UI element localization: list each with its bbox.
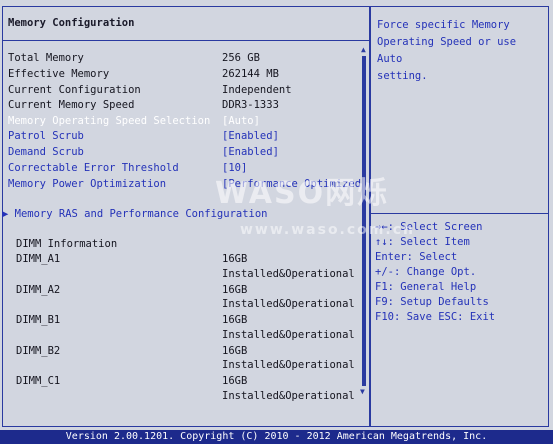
dimm-size: 16GB [222,284,248,296]
dimm-size: 16GB [222,253,248,265]
page-title: Memory Configuration [8,17,135,29]
info-value: DDR3-1333 [222,99,279,111]
title-divider [2,40,369,41]
dimm-status: Installed&Operational [222,359,355,371]
scroll-down-arrow-icon[interactable]: ▼ [360,388,365,396]
key-enter-select: Enter: Select [375,251,458,263]
dimm-name: DIMM_C1 [16,375,61,387]
help-divider [371,213,549,214]
dimm-name: DIMM_B2 [16,345,61,357]
dimm-status: Installed&Operational [222,390,355,402]
option-label: Correctable Error Threshold [8,162,179,174]
panel-divider [369,6,371,427]
info-label: Current Memory Speed [8,99,135,111]
dimm-size: 16GB [222,345,248,357]
key-general-help: F1: General Help [375,281,477,293]
dimm-status: Installed&Operational [222,268,355,280]
option-label: Demand Scrub [8,146,84,158]
watermark-url: www.waso.com.cn [240,222,415,238]
footer-version: Version 2.00.1201. Copyright (C) 2010 - … [0,430,553,444]
watermark-logo: WASO网烁 [215,176,390,211]
option-value[interactable]: [Auto] [222,114,260,128]
bios-screen: Memory Configuration Total Memory 256 GB… [0,0,553,430]
dimm-size: 16GB [222,314,248,326]
dimm-status: Installed&Operational [222,329,355,341]
help-text: Force specific Memory Operating Speed or… [377,19,517,82]
info-label: Total Memory [8,52,84,64]
option-value[interactable]: [Enabled] [222,145,279,159]
dimm-name: DIMM_B1 [16,314,61,326]
key-save-exit: F10: Save ESC: Exit [375,311,496,323]
scrollbar[interactable] [362,56,366,386]
key-setup-defaults: F9: Setup Defaults [375,296,489,308]
info-label: Effective Memory [8,68,110,80]
info-value: 256 GB [222,52,260,64]
scroll-up-arrow-icon[interactable]: ▲ [361,46,367,54]
dimm-name: DIMM_A1 [16,253,61,265]
dimm-size: 16GB [222,375,248,387]
info-label: Current Configuration [8,84,141,96]
option-value[interactable]: [Enabled] [222,129,279,143]
key-change-opt: +/-: Change Opt. [375,266,477,278]
info-value: Independent [222,84,292,96]
info-value: 262144 MB [222,68,279,80]
dimm-status: Installed&Operational [222,298,355,310]
dimm-header-label: DIMM Information [16,238,118,250]
option-label: Memory Operating Speed Selection [8,115,211,127]
option-label: Patrol Scrub [8,130,84,142]
dimm-name: DIMM_A2 [16,284,61,296]
option-label: Memory Power Optimization [8,178,167,190]
